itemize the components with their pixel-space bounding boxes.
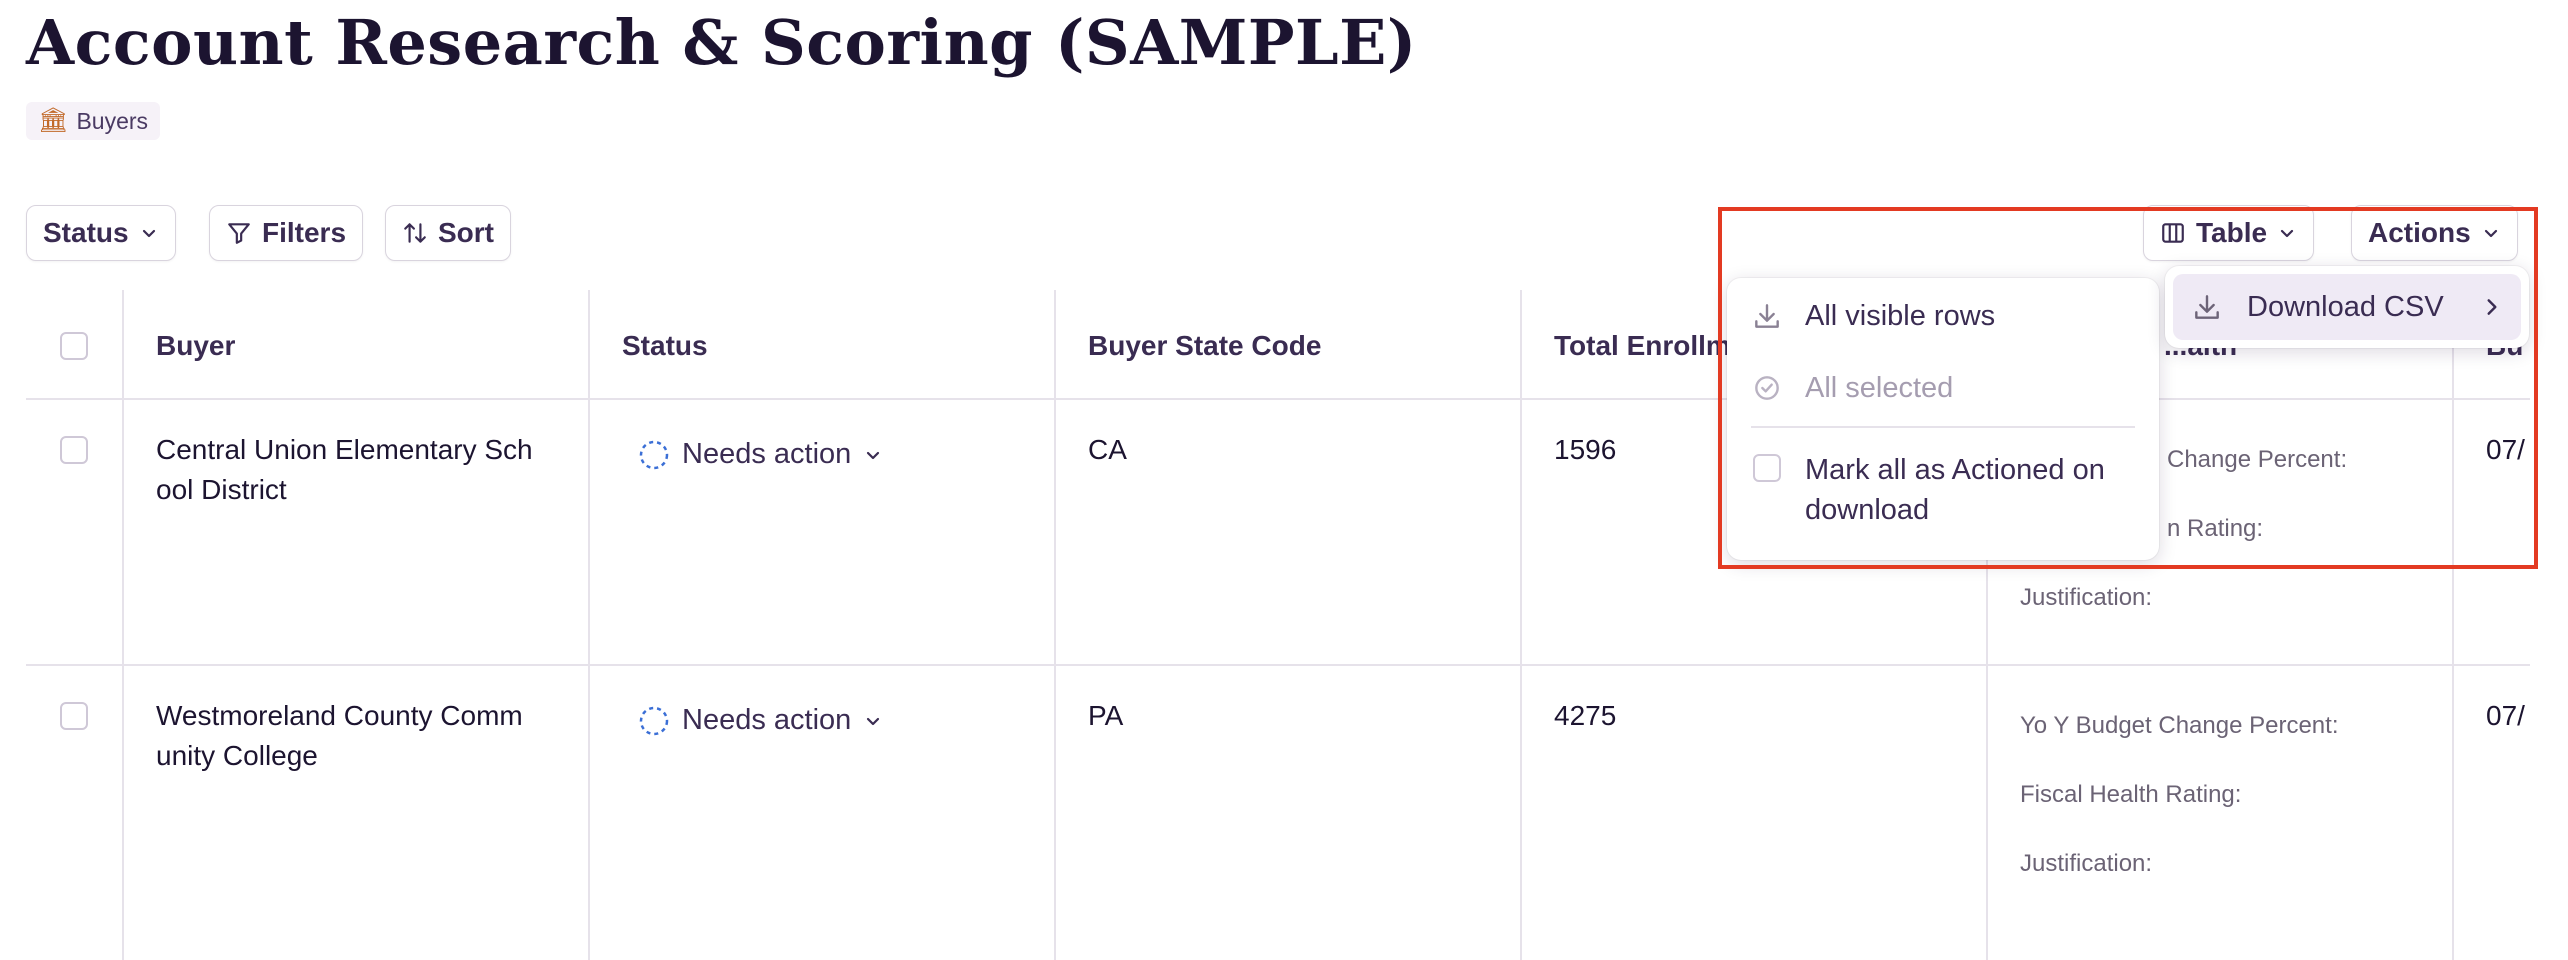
column-divider <box>1520 290 1522 960</box>
sort-icon <box>404 223 426 243</box>
status-dropdown[interactable]: Needs action <box>638 704 883 737</box>
column-header-buyer[interactable]: Buyer <box>156 330 235 362</box>
filter-icon <box>228 223 250 244</box>
status-label: Needs action <box>682 438 852 470</box>
state-code: CA <box>1088 434 1127 465</box>
filters-button[interactable]: Filters <box>209 205 364 261</box>
status-filter-button[interactable]: Status <box>26 205 176 261</box>
dashed-circle-icon <box>639 706 669 735</box>
fiscal-field-label: Justification: <box>2020 850 2153 877</box>
buyer-name[interactable]: Central Union Elementary Sch ool Distric… <box>156 430 576 510</box>
row-divider <box>26 664 2530 666</box>
column-header-enrollment[interactable]: Total Enrollm <box>1554 330 1731 362</box>
sort-label: Sort <box>438 217 494 248</box>
filters-label: Filters <box>262 217 347 248</box>
select-all-checkbox[interactable] <box>60 332 88 360</box>
chevron-down-icon <box>142 229 155 238</box>
buyers-tag[interactable]: 🏛 Buyers <box>26 102 161 140</box>
row-checkbox[interactable] <box>60 702 88 730</box>
fiscal-field-label: Justification: <box>2020 584 2153 611</box>
dashed-circle-icon <box>639 440 669 469</box>
sort-button[interactable]: Sort <box>385 205 511 261</box>
state-code: PA <box>1088 700 1124 731</box>
column-divider <box>1054 290 1056 960</box>
status-filter-label: Status <box>43 217 129 248</box>
bank-icon: 🏛 <box>38 107 69 134</box>
fiscal-field-label: Fiscal Health Rating: <box>2020 781 2242 808</box>
status-label: Needs action <box>682 704 852 736</box>
date-cell: 07/ <box>2486 700 2525 731</box>
buyers-tag-label: Buyers <box>76 107 149 134</box>
fiscal-field-label: Yo Y Budget Change Percent: <box>2020 712 2339 739</box>
column-divider <box>588 290 590 960</box>
chevron-down-icon <box>867 451 880 459</box>
column-header-state[interactable]: Buyer State Code <box>1088 330 1321 362</box>
status-dropdown[interactable]: Needs action <box>638 438 883 471</box>
total-enrollment: 4275 <box>1554 700 1617 731</box>
highlight-box <box>1718 207 2538 569</box>
total-enrollment: 1596 <box>1554 434 1617 465</box>
buyer-name[interactable]: Westmoreland County Comm unity College <box>156 696 576 776</box>
page-title: Account Research & Scoring (SAMPLE) <box>26 6 1417 79</box>
column-divider <box>122 290 124 960</box>
column-header-status[interactable]: Status <box>622 330 708 362</box>
row-checkbox[interactable] <box>60 436 88 464</box>
chevron-down-icon <box>867 717 880 725</box>
